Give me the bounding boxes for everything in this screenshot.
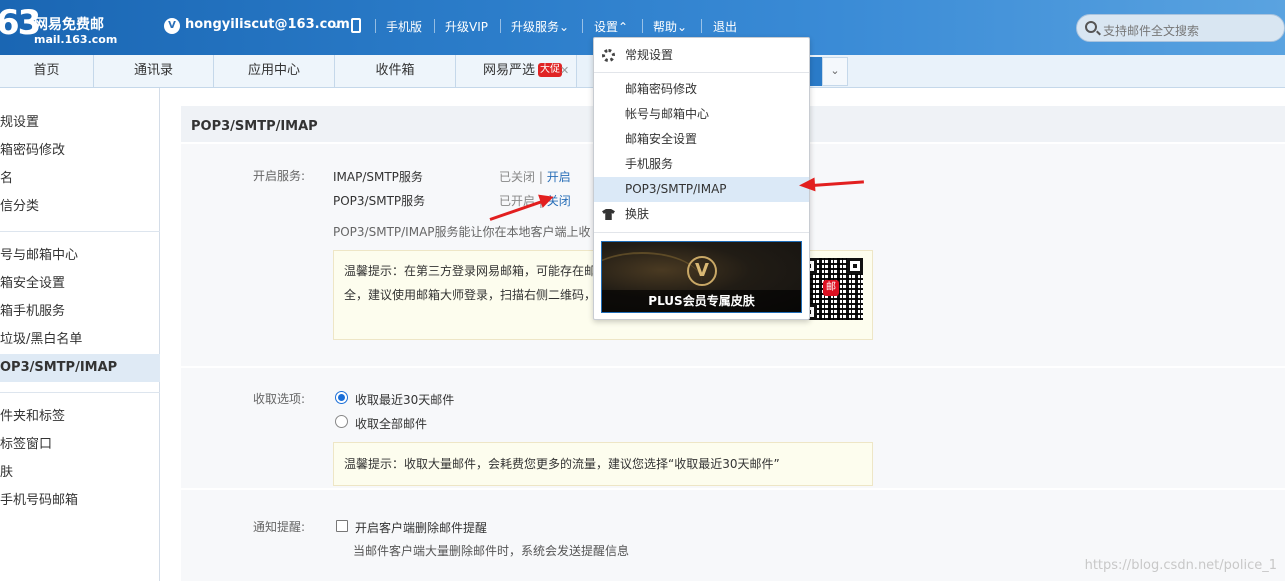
radio-recent-30-days-label[interactable]: 收取最近30天邮件 (355, 391, 454, 408)
qr-corner (847, 258, 863, 274)
divider (582, 19, 583, 33)
nav-mobile[interactable]: 手机版 (386, 18, 422, 35)
divider (500, 19, 501, 33)
chevron-down-icon: ⌄ (559, 20, 570, 34)
nav-upgrade-service[interactable]: 升级服务⌄ (511, 18, 569, 35)
sidebar-item-password[interactable]: 箱密码修改 (0, 137, 160, 165)
tab-app-center[interactable]: 应用中心 (214, 55, 335, 87)
dropdown-general-settings[interactable]: 常规设置 (594, 43, 809, 68)
chevron-up-icon: ⌃ (618, 20, 629, 34)
user-email[interactable]: hongyiliscut@163.com (185, 17, 350, 32)
notify-checkbox[interactable] (336, 520, 348, 532)
nav-upgrade-service-label: 升级服务 (511, 20, 560, 34)
imap-status-text: 已关闭 (499, 170, 536, 184)
dropdown-divider (594, 72, 809, 73)
nav-settings[interactable]: 设置⌃ (594, 18, 628, 35)
divider (642, 19, 643, 33)
search-icon (1085, 21, 1097, 33)
mail-master-icon: 邮 (823, 280, 839, 296)
nav-help[interactable]: 帮助⌄ (653, 18, 687, 35)
sidebar-item-general[interactable]: 规设置 (0, 109, 160, 137)
dropdown-security[interactable]: 邮箱安全设置 (594, 127, 809, 152)
tab-yanxuan-label: 网易严选 (483, 63, 536, 78)
imap-service-status: 已关闭 | 开启 (499, 170, 571, 184)
dropdown-divider (594, 232, 809, 233)
sidebar-item-skin[interactable]: 肤 (0, 459, 160, 487)
search-input[interactable]: 支持邮件全文搜索 (1103, 22, 1199, 39)
dropdown-pop3[interactable]: POP3/SMTP/IMAP (594, 177, 809, 202)
radio-recent-30-days[interactable] (335, 391, 348, 404)
nav-upgrade-vip[interactable]: 升级VIP (445, 18, 488, 35)
receive-section: 收取选项: 收取最近30天邮件 收取全部邮件 温馨提示：收取大量邮件，会耗费您更… (181, 368, 1285, 488)
dropdown-mobile-service[interactable]: 手机服务 (594, 152, 809, 177)
close-icon[interactable]: ✕ (560, 64, 569, 78)
tab-inbox-label: 收件箱 (375, 63, 415, 78)
sidebar-item-folders-tags[interactable]: 件夹和标签 (0, 403, 160, 431)
chevron-down-icon[interactable]: ⌄ (331, 17, 341, 31)
settings-dropdown: 常规设置 邮箱密码修改 帐号与邮箱中心 邮箱安全设置 手机服务 POP3/SMT… (593, 37, 810, 320)
notify-checkbox-label[interactable]: 开启客户端删除邮件提醒 (355, 519, 487, 536)
sidebar-divider (0, 392, 160, 393)
divider (434, 19, 435, 33)
imap-enable-link[interactable]: 开启 (547, 170, 571, 184)
pop3-service-name: POP3/SMTP服务 (333, 194, 426, 208)
nav-logout[interactable]: 退出 (713, 18, 737, 35)
service-label: 开启服务: (253, 169, 306, 183)
shirt-icon (602, 209, 615, 220)
tab-app-center-label: 应用中心 (247, 63, 300, 78)
sidebar-divider (0, 231, 160, 232)
sidebar-item-pop3[interactable]: OP3/SMTP/IMAP (0, 354, 160, 382)
settings-sidebar: 规设置 箱密码修改 名 信分类 号与邮箱中心 箱安全设置 箱手机服务 垃圾/黑白… (0, 88, 160, 581)
vip-badge-icon: V (164, 18, 180, 34)
dropdown-skin[interactable]: 换肤 (594, 202, 809, 227)
sidebar-item-phone-mailbox[interactable]: 手机号码邮箱 (0, 487, 160, 515)
sidebar-item-spam-list[interactable]: 垃圾/黑白名单 (0, 326, 160, 354)
banner-caption: PLUS会员专属皮肤 (602, 290, 801, 312)
sidebar-item-security[interactable]: 箱安全设置 (0, 270, 160, 298)
more-tabs-button[interactable]: ⌄ (822, 57, 848, 86)
search-box[interactable]: 支持邮件全文搜索 (1076, 14, 1285, 42)
notify-description: 当邮件客户端大量删除邮件时，系统会发送提醒信息 (353, 544, 630, 558)
annotation-arrow-head (798, 177, 816, 193)
nav-settings-label: 设置 (594, 20, 619, 34)
sidebar-item-mobile-service[interactable]: 箱手机服务 (0, 298, 160, 326)
tab-contacts[interactable]: 通讯录 (94, 55, 214, 87)
tab-inbox[interactable]: 收件箱 (335, 55, 456, 87)
promo-badge: 大促 (538, 63, 562, 77)
pop3-service-status: 已开启 | 关闭 (499, 192, 571, 209)
logo-title[interactable]: 网易免费邮 (34, 14, 104, 34)
qr-code: 邮 (801, 258, 863, 320)
chevron-down-icon: ⌄ (830, 64, 840, 77)
plus-v-icon: V (687, 256, 717, 286)
dropdown-skin-label: 换肤 (625, 207, 650, 221)
tab-home-label: 首页 (33, 63, 60, 78)
divider (701, 19, 702, 33)
service-description: POP3/SMTP/IMAP服务能让你在本地客户端上收 (333, 225, 591, 239)
nav-help-label: 帮助 (653, 20, 678, 34)
gear-icon (602, 49, 615, 62)
divider (375, 19, 376, 33)
tab-home[interactable]: 首页 (0, 55, 94, 87)
tab-contacts-label: 通讯录 (133, 63, 173, 78)
traffic-tip: 温馨提示：收取大量邮件，会耗费您更多的流量，建议您选择“收取最近30天邮件” (333, 442, 873, 486)
dropdown-account-center[interactable]: 帐号与邮箱中心 (594, 102, 809, 127)
receive-label: 收取选项: (253, 392, 306, 406)
dropdown-password[interactable]: 邮箱密码修改 (594, 77, 809, 102)
watermark: https://blog.csdn.net/police_1 (1084, 558, 1277, 573)
radio-all-mail-label[interactable]: 收取全部邮件 (355, 415, 427, 432)
plus-skin-banner[interactable]: V PLUS会员专属皮肤 (601, 241, 802, 313)
phone-icon[interactable] (351, 18, 361, 33)
radio-all-mail[interactable] (335, 415, 348, 428)
sidebar-item-mail-rules[interactable]: 信分类 (0, 193, 160, 221)
logo-subtitle: mail.163.com (34, 33, 118, 46)
imap-service-name: IMAP/SMTP服务 (333, 170, 423, 184)
sidebar-item-tab-window[interactable]: 标签窗口 (0, 431, 160, 459)
tab-yanxuan[interactable]: 网易严选 大促 ✕ (456, 55, 577, 87)
sidebar-item-signature[interactable]: 名 (0, 165, 160, 193)
dropdown-general-settings-label: 常规设置 (625, 48, 674, 62)
notify-label: 通知提醒: (253, 520, 306, 534)
sidebar-item-account-center[interactable]: 号与邮箱中心 (0, 242, 160, 270)
chevron-down-icon: ⌄ (677, 20, 688, 34)
